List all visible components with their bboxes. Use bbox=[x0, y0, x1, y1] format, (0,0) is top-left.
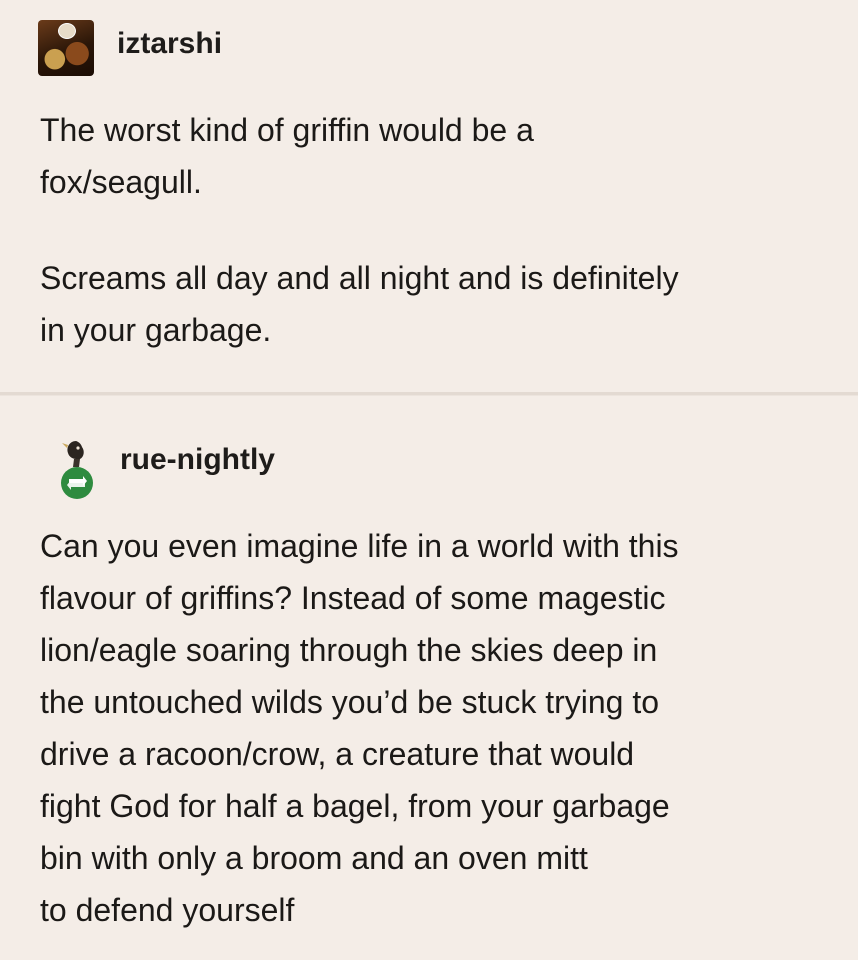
text-line: fight God for half a bagel, from your ga… bbox=[40, 788, 670, 824]
text-line: drive a racoon/crow, a creature that wou… bbox=[40, 736, 635, 772]
text-line: to defend yourself bbox=[40, 892, 295, 928]
text-line: The worst kind of griffin would be a bbox=[40, 112, 534, 148]
post-rue-nightly: rue-nightly Can you even imagine life in… bbox=[0, 395, 858, 960]
reblog-icon bbox=[61, 467, 93, 499]
text-line: Screams all day and all night and is def… bbox=[40, 260, 679, 296]
text-line: the untouched wilds you’d be stuck tryin… bbox=[40, 684, 660, 720]
text-line: lion/eagle soaring through the skies dee… bbox=[40, 632, 658, 668]
avatar[interactable] bbox=[60, 439, 106, 503]
text-line: fox/seagull. bbox=[40, 164, 202, 200]
avatar-badge-icon bbox=[58, 23, 76, 39]
bird-icon bbox=[62, 441, 84, 467]
post-paragraph: The worst kind of griffin would be a fox… bbox=[40, 104, 840, 208]
text-line: Can you even imagine life in a world wit… bbox=[40, 528, 679, 564]
text-line: flavour of griffins? Instead of some mag… bbox=[40, 580, 666, 616]
username[interactable]: iztarshi bbox=[117, 27, 222, 61]
text-line: in your garbage. bbox=[40, 312, 272, 348]
username[interactable]: rue-nightly bbox=[120, 443, 275, 477]
text-line: bin with only a broom and an oven mitt bbox=[40, 840, 588, 876]
post-iztarshi: iztarshi The worst kind of griffin would… bbox=[0, 0, 858, 393]
post-paragraph: Screams all day and all night and is def… bbox=[40, 252, 840, 356]
post-paragraph: Can you even imagine life in a world wit… bbox=[40, 520, 840, 936]
avatar[interactable] bbox=[38, 20, 94, 76]
